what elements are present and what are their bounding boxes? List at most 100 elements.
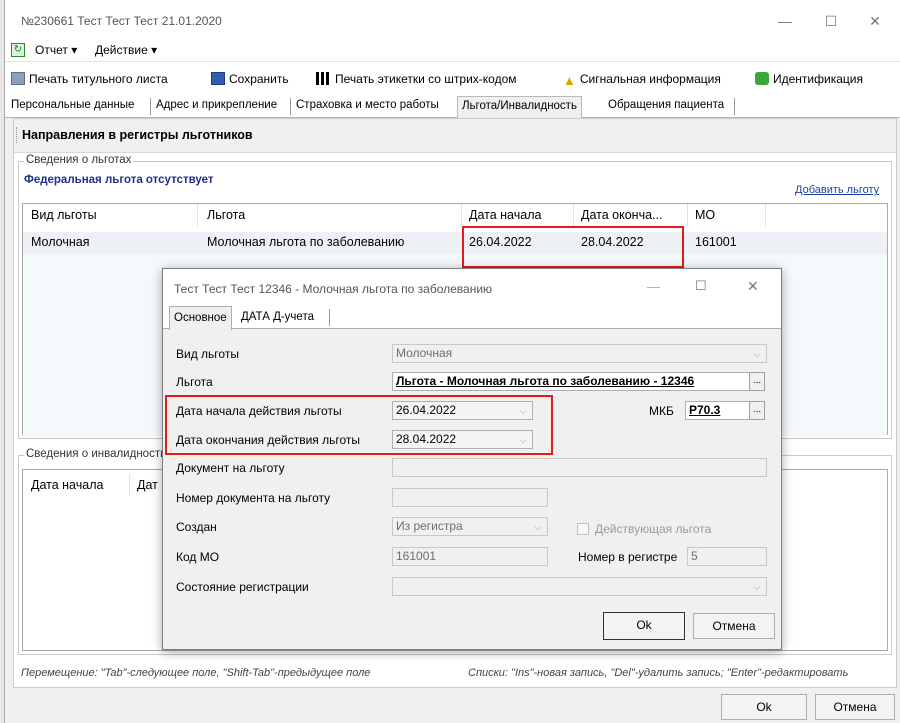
register-number-label: Номер в регистре: [578, 550, 678, 564]
table-row[interactable]: Молочная Молочная льгота по заболеванию …: [23, 232, 887, 254]
benefit-value: Льгота - Молочная льгота по заболеванию …: [396, 374, 695, 388]
active-benefit-label: Действующая льгота: [595, 522, 712, 536]
dialog-titlebar: Тест Тест Тест 12346 - Молочная льгота п…: [163, 269, 781, 305]
close-icon[interactable]: ✕: [855, 8, 895, 34]
active-benefit-checkbox[interactable]: [577, 523, 589, 535]
federal-benefit-status: Федеральная льгота отсутствует: [24, 174, 214, 186]
tab-strip: Персональные данные Адрес и прикрепление…: [5, 96, 900, 118]
print-barcode-label: Печать этикетки со штрих-кодом: [335, 72, 517, 86]
section-grip: [16, 127, 18, 143]
warning-icon: ▲: [563, 73, 576, 88]
benefit-dialog: Тест Тест Тест 12346 - Молочная льгота п…: [162, 268, 782, 650]
section-header: Направления в регистры льготников: [14, 119, 896, 153]
print-barcode-button[interactable]: Печать этикетки со штрих-кодом: [316, 72, 517, 86]
mkb-lookup-button[interactable]: ...: [749, 401, 765, 420]
tab-separator: [150, 98, 151, 115]
column-header[interactable]: Дата оконча...: [581, 208, 662, 222]
tab-separator: [290, 98, 291, 115]
benefit-lookup-button[interactable]: ...: [749, 372, 765, 391]
document-field[interactable]: [392, 458, 767, 477]
floppy-disk-icon: [211, 72, 225, 85]
menu-bar: ↻ Отчет ▾ Действие ▾: [5, 40, 900, 62]
main-cancel-button[interactable]: Отмена: [815, 694, 895, 720]
tab-address[interactable]: Адрес и прикрепление: [156, 99, 277, 111]
maximize-icon[interactable]: ☐: [811, 8, 851, 34]
status-list-hint: Списки: "Ins"-новая запись, "Del"-удалит…: [468, 667, 849, 679]
identification-icon: [755, 72, 769, 85]
dialog-title: Тест Тест Тест 12346 - Молочная льгота п…: [174, 282, 493, 296]
dialog-dates-highlight-box: [165, 395, 553, 455]
signal-info-button[interactable]: ▲ Сигнальная информация: [563, 72, 721, 88]
registration-state-label: Состояние регистрации: [176, 580, 309, 594]
created-select[interactable]: Из регистра ⌵: [392, 517, 548, 536]
register-number-value: 5: [691, 549, 698, 563]
signal-info-label: Сигнальная информация: [579, 72, 721, 86]
dialog-maximize-icon[interactable]: ☐: [695, 278, 707, 294]
barcode-icon: [316, 72, 331, 85]
tab-insurance-work[interactable]: Страховка и место работы: [296, 99, 439, 111]
menu-action[interactable]: Действие ▾: [95, 43, 157, 57]
registration-state-select[interactable]: ⌵: [392, 577, 767, 596]
section-title: Направления в регистры льготников: [22, 128, 253, 142]
column-header[interactable]: Льгота: [207, 208, 245, 222]
dialog-tab-d-registration-date[interactable]: ДАТА Д-учета: [241, 311, 314, 323]
minimize-icon[interactable]: —: [765, 8, 805, 34]
dialog-cancel-button[interactable]: Отмена: [693, 613, 775, 639]
column-header[interactable]: МО: [695, 208, 715, 222]
document-number-label: Номер документа на льготу: [176, 491, 331, 505]
chevron-down-icon[interactable]: ⌵: [749, 346, 765, 362]
column-header[interactable]: Дата начала: [31, 478, 103, 492]
mo-code-field[interactable]: 161001: [392, 547, 548, 566]
created-label: Создан: [176, 520, 217, 534]
save-button[interactable]: Сохранить: [211, 72, 289, 86]
status-navigation-hint: Перемещение: "Tab"-следующее поле, "Shif…: [21, 667, 371, 679]
document-label: Документ на льготу: [176, 461, 285, 475]
window-titlebar: №230661 Тест Тест Тест 21.01.2020 — ☐ ✕: [5, 0, 900, 40]
column-divider: [461, 204, 462, 226]
save-label: Сохранить: [229, 72, 289, 86]
menu-report[interactable]: Отчет ▾: [35, 43, 77, 57]
mkb-label: МКБ: [649, 404, 674, 418]
mo-code-value: 161001: [396, 549, 437, 563]
tab-personal-data[interactable]: Персональные данные: [11, 99, 134, 111]
add-benefit-link[interactable]: Добавить льготу: [795, 184, 879, 196]
benefit-field[interactable]: Льгота - Молочная льгота по заболеванию …: [392, 372, 750, 391]
cell-benefit: Молочная льгота по заболеванию: [207, 235, 405, 249]
column-header[interactable]: Вид льготы: [31, 208, 97, 222]
register-number-field[interactable]: 5: [687, 547, 767, 566]
column-header[interactable]: Дата начала: [469, 208, 541, 222]
print-title-label: Печать титульного листа: [29, 72, 168, 86]
dialog-tab-strip: Основное ДАТА Д-учета: [163, 305, 781, 330]
mkb-value: P70.3: [689, 403, 721, 417]
background-window-edge: [0, 0, 4, 723]
dialog-close-icon[interactable]: ✕: [747, 278, 759, 295]
chevron-down-icon[interactable]: ⌵: [530, 519, 546, 535]
tab-separator: [329, 309, 330, 326]
cell-mo: 161001: [695, 235, 737, 249]
chevron-down-icon[interactable]: ⌵: [749, 579, 765, 595]
main-ok-button[interactable]: Ok: [721, 694, 807, 720]
benefit-type-label: Вид льготы: [176, 347, 239, 361]
dialog-minimize-icon[interactable]: —: [647, 279, 660, 294]
mkb-field[interactable]: P70.3: [685, 401, 751, 420]
identification-button[interactable]: Идентификация: [755, 72, 863, 86]
dialog-tab-main[interactable]: Основное: [169, 306, 232, 330]
benefit-label: Льгота: [176, 375, 213, 389]
created-value: Из регистра: [396, 519, 463, 533]
document-number-field[interactable]: [392, 488, 548, 507]
column-divider: [687, 204, 688, 226]
tab-benefits-disability[interactable]: Льгота/Инвалидность: [457, 96, 582, 118]
cell-benefit-type: Молочная: [31, 235, 90, 249]
dialog-ok-button[interactable]: Ok: [603, 612, 685, 640]
benefit-type-select[interactable]: Молочная ⌵: [392, 344, 767, 363]
benefit-type-value: Молочная: [396, 346, 453, 360]
print-title-button[interactable]: Печать титульного листа: [11, 72, 168, 86]
tab-separator: [734, 98, 735, 115]
dates-highlight-box: [462, 226, 684, 268]
column-header[interactable]: Дат: [137, 478, 158, 492]
column-divider: [765, 204, 766, 226]
printer-icon: [11, 72, 25, 85]
refresh-icon[interactable]: ↻: [11, 43, 25, 57]
tab-patient-visits[interactable]: Обращения пациента: [608, 99, 724, 111]
column-divider: [197, 204, 198, 226]
